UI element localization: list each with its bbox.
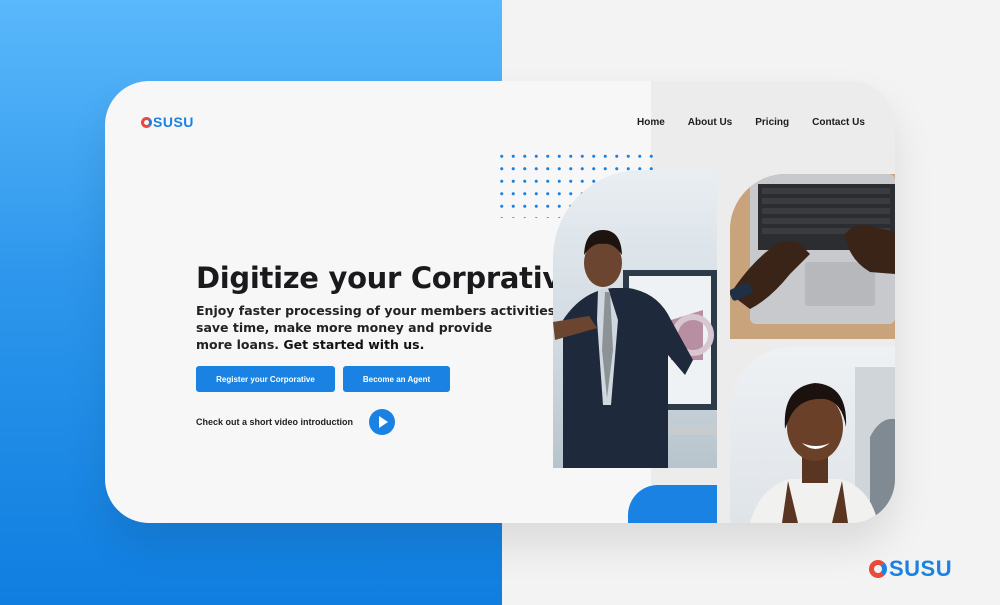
presenter-photo — [553, 170, 717, 468]
decorative-blue-tab — [628, 485, 717, 523]
video-intro-row: Check out a short video introduction — [196, 409, 396, 435]
laptop-photo — [730, 174, 895, 339]
logo-text: SUSU — [153, 114, 194, 130]
become-agent-button[interactable]: Become an Agent — [343, 366, 450, 392]
nav-item-home[interactable]: Home — [637, 117, 665, 128]
hero-subtitle-line-3: more loans. Get started with us. — [196, 336, 516, 353]
hero-title: Digitize your Corprative — [196, 261, 581, 295]
hero-subtitle-line-3-text: more loans. — [196, 337, 284, 352]
play-icon[interactable] — [369, 409, 396, 435]
header-logo[interactable]: SUSU — [141, 114, 194, 130]
presenter-illustration — [553, 230, 717, 468]
nav-item-pricing[interactable]: Pricing — [755, 117, 789, 128]
hero-subtitle-cta: Get started with us. — [283, 337, 425, 352]
main-nav: Home About Us Pricing Contact Us — [637, 117, 865, 128]
hero-subtitle-line-2: save time, make more money and provide — [196, 320, 493, 335]
register-corporative-button[interactable]: Register your Corporative — [196, 366, 335, 392]
landing-page-card: SUSU Home About Us Pricing Contact Us Di… — [105, 81, 895, 523]
logo-mark-icon — [869, 560, 887, 578]
laptop-illustration — [730, 174, 895, 339]
nav-item-about-us[interactable]: About Us — [688, 117, 732, 128]
hero-subtitle-line-1: Enjoy faster processing of your members … — [196, 303, 560, 318]
nav-item-contact-us[interactable]: Contact Us — [812, 117, 865, 128]
logo-mark-icon — [141, 116, 152, 128]
footer-logo: SUSU — [869, 556, 952, 582]
hero-subtitle: Enjoy faster processing of your members … — [196, 302, 560, 353]
footer-logo-text: SUSU — [889, 556, 953, 581]
video-intro-text: Check out a short video introduction — [196, 417, 354, 427]
woman-illustration — [750, 367, 895, 523]
woman-photo — [730, 347, 895, 523]
